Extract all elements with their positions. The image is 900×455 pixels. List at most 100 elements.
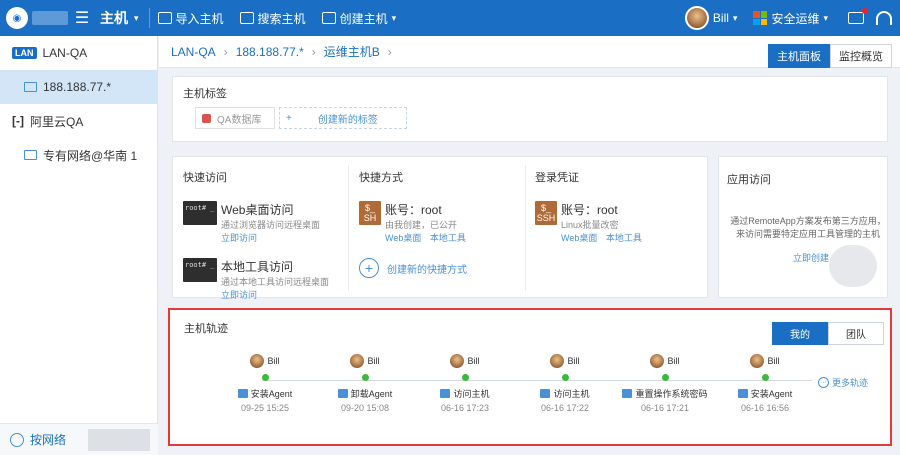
create-host-button[interactable]: 创建主机 ▾	[314, 0, 405, 36]
create-shortcut-label: 创建新的快捷方式	[387, 264, 467, 276]
monitor-icon	[24, 150, 37, 160]
avatar	[750, 354, 765, 368]
event-time: 06-16 16:56	[740, 403, 790, 413]
create-tag-label: 创建新的标签	[317, 114, 378, 126]
module-selector[interactable]: 主机 ▾	[100, 8, 150, 28]
timeline-event[interactable]: Bill 重置操作系统密码 06-16 17:21	[620, 354, 710, 413]
quick-access-column: 快速访问 root# _ Web桌面访问 通过浏览器访问远程桌面 立即访问 ro…	[183, 169, 329, 315]
sidebar-item-network-segment[interactable]: 188.188.77.*	[0, 70, 157, 104]
terminal-icon: root# _	[183, 258, 217, 282]
sidebar: LAN LAN-QA 188.188.77.* [-] 阿里云QA 专有网络@华…	[0, 36, 158, 455]
view-tabs: 主机面板 监控概览	[768, 44, 892, 68]
user-menu[interactable]: Bill ▾	[677, 6, 746, 30]
avatar	[550, 354, 565, 368]
credential-column: 登录凭证 $_ SSH 账号：root Linux批量改密 Web桌面 本地工具	[535, 169, 642, 258]
timeline-event[interactable]: Bill 安装Agent 06-16 16:56	[720, 354, 810, 413]
headset-icon[interactable]	[876, 11, 892, 25]
tag-chip[interactable]: QA数据库	[195, 107, 275, 129]
breadcrumb-item[interactable]: 188.188.77.*	[236, 45, 304, 59]
ops-menu[interactable]: 安全运维 ▾	[745, 10, 836, 27]
sidebar-item-label: 188.188.77.*	[43, 80, 112, 94]
access-desc: 通过浏览器访问远程桌面	[221, 220, 321, 230]
sidebar-item-label: 专有网络@华南 1	[43, 148, 138, 163]
host-track-card: 主机轨迹 我的 团队 Bill 安装Agent 09-25 15:25 Bill…	[168, 308, 892, 446]
agent-icon	[237, 389, 248, 398]
card-title: 快速访问	[183, 172, 227, 184]
local-tool-link[interactable]: 本地工具	[430, 233, 466, 243]
avatar	[684, 6, 709, 30]
tab-mine[interactable]: 我的	[772, 322, 828, 345]
tab-monitor-overview[interactable]: 监控概览	[830, 44, 892, 68]
import-host-label: 导入主机	[175, 11, 224, 26]
timeline-dot	[461, 374, 469, 381]
event-user: Bill	[667, 356, 680, 366]
import-host-button[interactable]: 导入主机	[150, 0, 232, 36]
logo-blurred-text	[32, 11, 68, 25]
web-desktop-link[interactable]: Web桌面	[385, 233, 421, 243]
search-host-label: 搜索主机	[257, 11, 306, 26]
monitor-icon	[24, 82, 37, 92]
timeline-dot	[661, 374, 669, 381]
access-card: 快速访问 root# _ Web桌面访问 通过浏览器访问远程桌面 立即访问 ro…	[172, 156, 708, 300]
more-track-label: 更多轨迹	[832, 378, 869, 388]
chevron-down-icon: ▾	[391, 12, 397, 23]
monitor-icon	[440, 389, 451, 398]
lan-badge-icon: LAN	[12, 47, 37, 59]
local-tool-link[interactable]: 本地工具	[606, 233, 642, 243]
secondary-tab[interactable]	[88, 428, 151, 451]
timeline-event[interactable]: Bill 安装Agent 09-25 15:25	[220, 354, 310, 413]
create-host-label: 创建主机	[339, 11, 388, 26]
more-dots-icon: ···	[818, 377, 829, 388]
web-desktop-link[interactable]: Web桌面	[561, 233, 597, 243]
timeline-event[interactable]: Bill 卸载Agent 09-20 15:08	[320, 354, 410, 413]
menu-icon[interactable]: ☰	[70, 8, 94, 28]
event-action: 访问主机	[453, 389, 490, 399]
shortcut-badge-icon: $_ SH	[359, 201, 381, 225]
lock-icon	[622, 389, 633, 398]
edit-icon	[321, 12, 336, 24]
access-now-link[interactable]: 立即访问	[221, 288, 329, 301]
tab-host-panel[interactable]: 主机面板	[768, 44, 830, 68]
event-time: 06-16 17:23	[440, 403, 490, 413]
plus-circle-icon: +	[359, 258, 379, 278]
timeline-event[interactable]: Bill 访问主机 06-16 17:23	[420, 354, 510, 413]
aliyun-icon: [-]	[12, 114, 24, 128]
event-user: Bill	[367, 356, 380, 366]
column-divider	[348, 165, 349, 291]
event-user: Bill	[567, 356, 580, 366]
sidebar-item-lan-qa[interactable]: LAN LAN-QA	[0, 36, 157, 70]
timeline-dot	[361, 374, 369, 381]
search-host-button[interactable]: 搜索主机	[232, 0, 314, 36]
access-now-link[interactable]: 立即访问	[221, 231, 320, 244]
search-icon	[239, 12, 254, 24]
create-now-link[interactable]: 立即创建	[793, 251, 829, 264]
timeline-dot	[561, 374, 569, 381]
ssh-badge-label: SSH	[536, 213, 556, 223]
sidebar-item-vpc[interactable]: 专有网络@华南 1	[0, 138, 157, 172]
track-tabs: 我的 团队	[772, 322, 884, 345]
logo[interactable]: ◉	[0, 0, 70, 36]
create-tag-button[interactable]: + 创建新的标签	[279, 107, 407, 129]
create-shortcut-button[interactable]: + 创建新的快捷方式	[359, 258, 467, 278]
breadcrumb-item[interactable]: LAN-QA	[171, 45, 216, 59]
by-network-tab[interactable]: 按网络	[30, 431, 66, 448]
mail-icon[interactable]	[848, 8, 868, 24]
shortcut-item: $_ SH 账号：root 由我创建，已公开 Web桌面 本地工具	[359, 201, 467, 244]
breadcrumb-separator: ›	[387, 44, 392, 59]
shortcut-account: 账号：root	[385, 203, 442, 217]
event-action: 卸载Agent	[350, 389, 393, 399]
terminal-icon: root# _	[183, 201, 217, 225]
chevron-down-icon: ▾	[823, 12, 828, 23]
chevron-down-icon: ▾	[732, 12, 738, 23]
sidebar-bottom-tabs: 按网络	[0, 423, 158, 455]
timeline-event[interactable]: Bill 访问主机 06-16 17:22	[520, 354, 610, 413]
top-bar: ◉ ☰ 主机 ▾ 导入主机 搜索主机 创建主机 ▾ Bill ▾ 安全运维 ▾	[0, 0, 900, 36]
tab-team[interactable]: 团队	[828, 322, 884, 345]
breadcrumb-item[interactable]: 运维主机B	[324, 43, 380, 60]
more-track-link[interactable]: ··· 更多轨迹	[818, 376, 868, 389]
event-action: 访问主机	[553, 389, 590, 399]
agent-icon	[337, 389, 348, 398]
sidebar-item-aliyun-qa[interactable]: [-] 阿里云QA	[0, 104, 157, 138]
notification-dot	[862, 8, 868, 14]
card-title: 登录凭证	[535, 172, 579, 184]
